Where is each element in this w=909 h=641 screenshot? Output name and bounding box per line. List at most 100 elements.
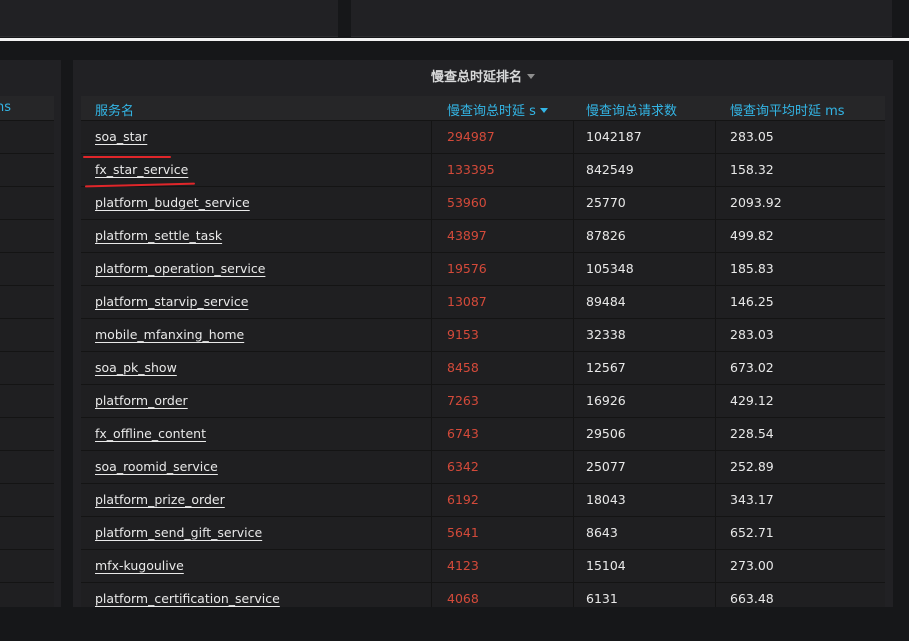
column-header-request-count[interactable]: 慢查询总请求数: [586, 100, 677, 119]
table-row: platform_budget_service 53960 25770 2093.92: [81, 187, 885, 220]
total-latency-value: 43897: [447, 228, 487, 243]
ranking-table: 服务名 慢查询总时延 s 慢查询总请求数 慢查询平均时延 ms soa_star…: [81, 96, 885, 607]
left-table-row: [0, 550, 54, 583]
column-separator: [715, 550, 716, 582]
avg-latency-value: 273.00: [730, 558, 774, 573]
column-separator: [431, 286, 432, 318]
column-separator: [431, 121, 432, 153]
left-table-panel: ns: [0, 60, 61, 607]
sort-desc-icon: [539, 108, 548, 113]
column-separator: [431, 517, 432, 549]
table-row: mobile_mfanxing_home 9153 32338 283.03: [81, 319, 885, 352]
left-table-row: [0, 583, 54, 607]
panel-title-button[interactable]: 慢查总时延排名: [73, 66, 893, 86]
request-count-value: 87826: [586, 228, 626, 243]
top-left-panel: [0, 0, 338, 37]
request-count-value: 16926: [586, 393, 626, 408]
avg-latency-value: 663.48: [730, 591, 774, 606]
table-row: platform_settle_task 43897 87826 499.82: [81, 220, 885, 253]
bottom-area: [0, 607, 909, 641]
request-count-value: 89484: [586, 294, 626, 309]
table-header: 服务名 慢查询总时延 s 慢查询总请求数 慢查询平均时延 ms: [81, 96, 885, 121]
column-separator: [573, 517, 574, 549]
table-row: soa_pk_show 8458 12567 673.02: [81, 352, 885, 385]
avg-latency-value: 429.12: [730, 393, 774, 408]
avg-latency-value: 185.83: [730, 261, 774, 276]
avg-latency-value: 252.89: [730, 459, 774, 474]
column-separator: [573, 319, 574, 351]
left-table-row: [0, 484, 54, 517]
total-latency-value: 19576: [447, 261, 487, 276]
column-separator: [573, 352, 574, 384]
column-separator: [573, 121, 574, 153]
table-row: platform_starvip_service 13087 89484 146.25: [81, 286, 885, 319]
column-separator: [431, 385, 432, 417]
chevron-down-icon: [527, 74, 535, 79]
service-link[interactable]: platform_send_gift_service: [95, 525, 262, 540]
column-separator: [573, 220, 574, 252]
column-separator: [573, 451, 574, 483]
column-separator: [715, 451, 716, 483]
avg-latency-value: 158.32: [730, 162, 774, 177]
request-count-value: 12567: [586, 360, 626, 375]
total-latency-value: 13087: [447, 294, 487, 309]
request-count-value: 105348: [586, 261, 634, 276]
column-separator: [715, 517, 716, 549]
service-link[interactable]: soa_roomid_service: [95, 459, 218, 474]
table-row: platform_send_gift_service 5641 8643 652.71: [81, 517, 885, 550]
service-link[interactable]: platform_operation_service: [95, 261, 265, 276]
column-separator: [573, 385, 574, 417]
service-link[interactable]: platform_prize_order: [95, 492, 225, 507]
total-latency-value: 8458: [447, 360, 479, 375]
left-table-row: [0, 121, 54, 154]
avg-latency-value: 652.71: [730, 525, 774, 540]
avg-latency-value: 146.25: [730, 294, 774, 309]
column-separator: [431, 583, 432, 607]
left-table-row: [0, 517, 54, 550]
column-separator: [715, 583, 716, 607]
service-link[interactable]: mfx-kugoulive: [95, 558, 184, 573]
column-header-total-latency[interactable]: 慢查询总时延 s: [447, 100, 548, 119]
left-table-row: [0, 286, 54, 319]
column-separator: [431, 451, 432, 483]
left-table-header: ns: [0, 96, 54, 121]
column-separator: [431, 187, 432, 219]
service-link[interactable]: platform_order: [95, 393, 188, 408]
service-link[interactable]: mobile_mfanxing_home: [95, 327, 244, 342]
table-row: soa_roomid_service 6342 25077 252.89: [81, 451, 885, 484]
avg-latency-value: 2093.92: [730, 195, 782, 210]
column-separator: [573, 484, 574, 516]
left-table-row: [0, 352, 54, 385]
service-link[interactable]: platform_starvip_service: [95, 294, 248, 309]
service-link[interactable]: fx_star_service: [95, 162, 188, 177]
column-separator: [573, 583, 574, 607]
service-link[interactable]: platform_budget_service: [95, 195, 250, 210]
total-latency-value: 294987: [447, 129, 495, 144]
column-separator: [573, 550, 574, 582]
left-table-row: [0, 319, 54, 352]
request-count-value: 1042187: [586, 129, 642, 144]
column-separator: [715, 286, 716, 318]
service-link[interactable]: platform_certification_service: [95, 591, 280, 606]
column-header-avg-latency[interactable]: 慢查询平均时延 ms: [730, 100, 845, 119]
red-underline-annotation-1: [83, 156, 171, 158]
request-count-value: 25077: [586, 459, 626, 474]
left-table-row: [0, 418, 54, 451]
service-link[interactable]: soa_pk_show: [95, 360, 177, 375]
total-latency-value: 6342: [447, 459, 479, 474]
top-strip: [0, 0, 909, 38]
avg-latency-value: 283.05: [730, 129, 774, 144]
service-link[interactable]: platform_settle_task: [95, 228, 222, 243]
column-separator: [431, 418, 432, 450]
request-count-value: 29506: [586, 426, 626, 441]
request-count-value: 842549: [586, 162, 634, 177]
service-link[interactable]: fx_offline_content: [95, 426, 206, 441]
service-link[interactable]: soa_star: [95, 129, 147, 144]
column-header-service[interactable]: 服务名: [95, 100, 134, 119]
total-latency-value: 6192: [447, 492, 479, 507]
column-separator: [431, 550, 432, 582]
panel-title: 慢查总时延排名: [430, 70, 522, 85]
total-latency-value: 4123: [447, 558, 479, 573]
table-row: soa_star 294987 1042187 283.05: [81, 121, 885, 154]
row-divider: [0, 38, 909, 41]
